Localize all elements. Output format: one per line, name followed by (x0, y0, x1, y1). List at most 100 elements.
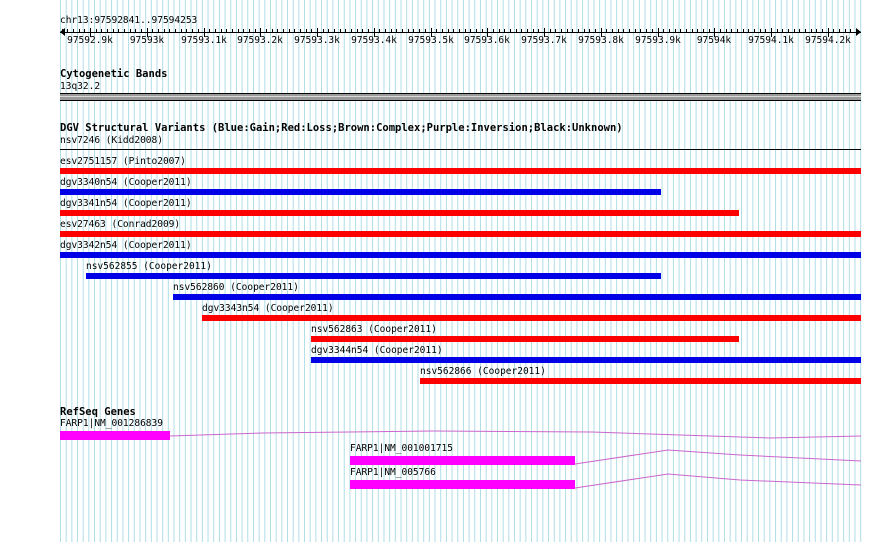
dgv-loss-bar[interactable] (311, 336, 739, 342)
dgv-variant-label: dgv3340n54 (Cooper2011) (60, 177, 192, 188)
ruler-minor-tick (675, 29, 676, 33)
ruler-minor-tick (232, 29, 233, 33)
ruler-minor-tick (856, 29, 857, 33)
ruler-minor-tick (748, 29, 749, 33)
ruler-minor-tick (215, 29, 216, 33)
ruler-minor-tick (521, 29, 522, 33)
ruler-minor-tick (277, 29, 278, 33)
ruler-tick-label: 97593.6k (464, 35, 510, 46)
gene-exon-block[interactable] (60, 431, 170, 440)
dgv-variant-label: esv27463 (Conrad2009) (60, 219, 181, 230)
ruler-minor-tick (164, 29, 165, 33)
ruler-minor-tick (612, 29, 613, 33)
ruler-tick-label: 97593.4k (351, 35, 397, 46)
ruler-minor-tick (686, 29, 687, 33)
ruler-minor-tick (567, 29, 568, 33)
ruler-minor-tick (635, 29, 636, 33)
dgv-loss-bar[interactable] (420, 378, 861, 384)
ruler-minor-tick (101, 29, 102, 33)
ruler-minor-tick (300, 29, 301, 33)
ruler-minor-tick (272, 29, 273, 33)
ruler-minor-tick (175, 29, 176, 33)
ruler-minor-tick (623, 29, 624, 33)
dgv-track-title: DGV Structural Variants (Blue:Gain;Red:L… (60, 122, 623, 134)
dgv-variant-label: dgv3341n54 (Cooper2011) (60, 198, 192, 209)
ruler-minor-tick (533, 29, 534, 33)
ruler-minor-tick (561, 29, 562, 33)
ruler-minor-tick (311, 29, 312, 33)
ruler-minor-tick (578, 29, 579, 33)
ruler-minor-tick (618, 29, 619, 33)
dgv-loss-bar[interactable] (202, 315, 861, 321)
ruler-minor-tick (96, 29, 97, 33)
genes-track-title: RefSeq Genes (60, 406, 136, 418)
ruler-minor-tick (323, 29, 324, 33)
gene-transcript-label: FARP1|NM_001001715 (350, 443, 453, 454)
ruler-tick-label: 97593.9k (635, 35, 681, 46)
ruler-minor-tick (306, 29, 307, 33)
ruler-minor-tick (652, 29, 653, 33)
ruler-minor-tick (669, 29, 670, 33)
ruler-tick-label: 97594.2k (805, 35, 851, 46)
ruler-minor-tick (402, 29, 403, 33)
dgv-first-variant-line[interactable] (60, 149, 861, 150)
ruler-minor-tick (357, 29, 358, 33)
ruler-tick-label: 97593.1k (181, 35, 227, 46)
ruler-minor-tick (833, 29, 834, 33)
ruler-minor-tick (266, 29, 267, 33)
ruler-minor-tick (799, 29, 800, 33)
ruler-minor-tick (442, 29, 443, 33)
cyto-track-title: Cytogenetic Bands (60, 68, 168, 80)
ruler-location: chr13:97592841..97594253 (60, 15, 198, 26)
ruler-minor-tick (62, 29, 63, 33)
dgv-gain-bar[interactable] (311, 357, 861, 363)
ruler-tick-label: 97594k (696, 35, 732, 46)
ruler-minor-tick (169, 29, 170, 33)
ruler-minor-tick (238, 29, 239, 33)
dgv-variant-label: dgv3344n54 (Cooper2011) (311, 345, 443, 356)
ruler-minor-tick (538, 29, 539, 33)
ruler-minor-tick (765, 29, 766, 33)
dgv-gain-bar[interactable] (60, 189, 661, 195)
ruler-minor-tick (805, 29, 806, 33)
ruler-minor-tick (135, 29, 136, 33)
gene-exon-block[interactable] (350, 456, 575, 465)
dgv-variant-label: nsv562866 (Cooper2011) (420, 366, 546, 377)
dgv-variant-label: dgv3342n54 (Cooper2011) (60, 240, 192, 251)
dgv-gain-bar[interactable] (86, 273, 661, 279)
gene-transcript-label: FARP1|NM_001286839 (60, 418, 163, 429)
dgv-gain-bar[interactable] (173, 294, 861, 300)
ruler-minor-tick (516, 29, 517, 33)
ruler-minor-tick (459, 29, 460, 33)
ruler-minor-tick (629, 29, 630, 33)
ruler-minor-tick (555, 29, 556, 33)
cyto-band-bar[interactable] (60, 93, 861, 101)
ruler-minor-tick (107, 29, 108, 33)
dgv-variant-label: nsv562855 (Cooper2011) (86, 261, 212, 272)
dgv-loss-bar[interactable] (60, 210, 739, 216)
dgv-loss-bar[interactable] (60, 231, 861, 237)
dgv-variant-label: esv2751157 (Pinto2007) (60, 156, 186, 167)
ruler-minor-tick (419, 29, 420, 33)
dgv-loss-bar[interactable] (60, 168, 861, 174)
ruler-minor-tick (646, 29, 647, 33)
ruler-minor-tick (737, 29, 738, 33)
ruler-minor-tick (482, 29, 483, 33)
ruler-minor-tick (703, 29, 704, 33)
ruler-minor-tick (181, 29, 182, 33)
ruler-minor-tick (680, 29, 681, 33)
ruler-minor-tick (811, 29, 812, 33)
ruler-minor-tick (152, 29, 153, 33)
ruler-minor-tick (124, 29, 125, 33)
ruler-minor-tick (760, 29, 761, 33)
ruler-minor-tick (550, 29, 551, 33)
ruler-minor-tick (243, 29, 244, 33)
ruler-minor-tick (130, 29, 131, 33)
dgv-gain-bar[interactable] (60, 252, 861, 258)
ruler-minor-tick (408, 29, 409, 33)
ruler-minor-tick (697, 29, 698, 33)
ruler-minor-tick (465, 29, 466, 33)
ruler-minor-tick (73, 29, 74, 33)
gene-exon-block[interactable] (350, 480, 575, 489)
ruler-minor-tick (527, 29, 528, 33)
